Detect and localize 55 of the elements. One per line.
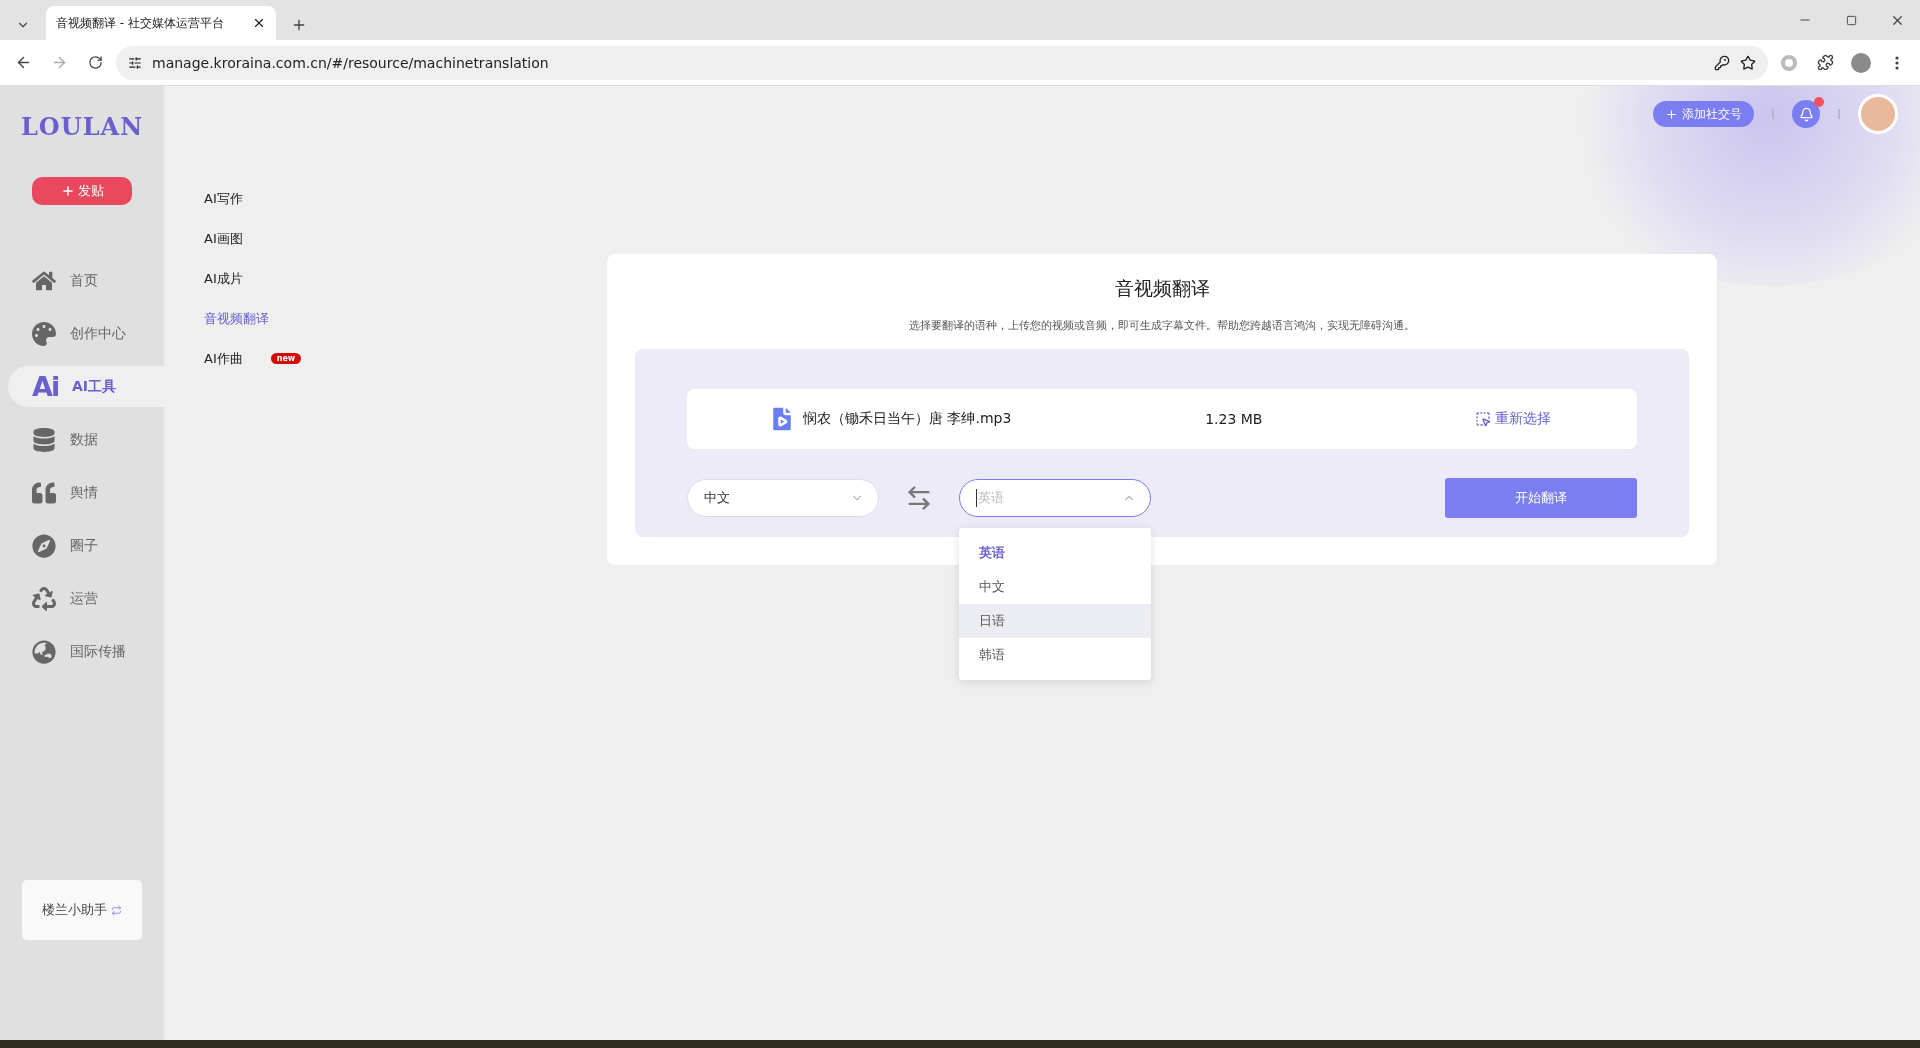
start-translation-button[interactable]: 开始翻译 xyxy=(1445,478,1637,518)
nav-item[interactable]: 运营 xyxy=(8,578,164,619)
nav-item[interactable]: 圈子 xyxy=(8,525,164,566)
add-account-button[interactable]: 添加社交号 xyxy=(1653,101,1754,127)
puzzle-icon xyxy=(1816,54,1834,71)
source-language-select[interactable]: 中文 xyxy=(687,479,879,517)
ai-icon: Ai xyxy=(32,371,58,402)
assistant-label: 楼兰小助手 xyxy=(42,901,107,919)
language-option[interactable]: 英语 xyxy=(959,536,1151,570)
palette-icon xyxy=(32,321,56,346)
submenu-item[interactable]: AI写作 xyxy=(204,188,394,209)
card-title: 音视频翻译 xyxy=(1114,276,1210,301)
plus-icon xyxy=(60,184,75,198)
repeat-icon xyxy=(111,904,122,916)
submenu-item[interactable]: AI画图 xyxy=(204,228,394,249)
reload-icon xyxy=(87,55,103,70)
submenu-item[interactable]: AI作曲 new xyxy=(204,348,394,369)
quote-icon xyxy=(32,480,56,505)
browser-tab[interactable]: 音视频翻译 - 社交媒体运营平台 xyxy=(46,6,276,40)
file-size: 1.23 MB xyxy=(1205,411,1263,427)
nav-item[interactable]: 舆情 xyxy=(8,472,164,513)
tab-title: 音视频翻译 - 社交媒体运营平台 xyxy=(56,14,224,32)
nav-item[interactable]: 数据 xyxy=(8,419,164,460)
plus-icon xyxy=(1665,107,1678,121)
pointer-square-icon xyxy=(1475,411,1491,427)
language-option[interactable]: 韩语 xyxy=(959,638,1151,672)
nav-item[interactable]: Ai AI工具 xyxy=(8,366,164,407)
card-description: 选择要翻译的语种，上传您的视频或音频，即可生成字幕文件。帮助您跨越语言鸿沟，实现无障碍沟通。 xyxy=(909,318,1415,333)
menu-icon xyxy=(1895,55,1899,70)
plus-icon xyxy=(291,17,307,33)
new-badge: new xyxy=(270,353,302,364)
globe-icon xyxy=(32,639,56,664)
language-option[interactable]: 中文 xyxy=(959,570,1151,604)
post-button[interactable]: 发贴 xyxy=(32,177,132,205)
language-option[interactable]: 日语 xyxy=(959,604,1151,638)
site-settings-icon[interactable] xyxy=(128,55,142,70)
compass-icon xyxy=(32,533,56,558)
bell-icon xyxy=(1798,106,1814,122)
file-name: 悯农（锄禾日当午）唐 李绅.mp3 xyxy=(803,410,1012,428)
nav-item[interactable]: 创作中心 xyxy=(8,313,164,354)
database-icon xyxy=(32,427,56,452)
submenu-item[interactable]: 音视频翻译 xyxy=(204,308,394,329)
nav-item[interactable]: 国际传播 xyxy=(8,631,164,672)
restore-icon xyxy=(1845,14,1857,26)
recycle-icon xyxy=(32,586,56,611)
nav-item[interactable]: 首页 xyxy=(8,260,164,301)
logo: LOULAN xyxy=(19,112,145,141)
address-bar[interactable]: manage.kroraina.com.cn/#/resource/machinetranslation xyxy=(116,45,1768,80)
reselect-button[interactable]: 重新选择 xyxy=(1469,409,1557,429)
bookmark-star-icon[interactable] xyxy=(1740,54,1756,71)
assistant-card[interactable]: 楼兰小助手 xyxy=(22,880,142,940)
close-icon[interactable] xyxy=(252,16,266,30)
avatar[interactable] xyxy=(1858,94,1898,134)
key-icon[interactable] xyxy=(1714,54,1730,71)
submenu-item[interactable]: AI成片 xyxy=(204,268,394,289)
